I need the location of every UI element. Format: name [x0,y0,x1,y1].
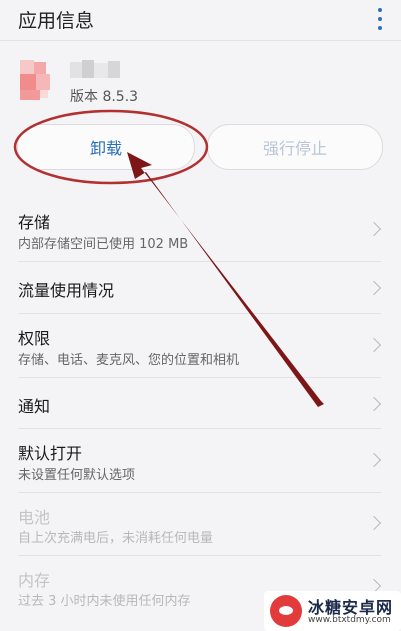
row-storage-subtitle: 内部存储空间已使用 102 MB [18,237,189,252]
row-notifications[interactable]: 通知 [18,377,382,429]
page-title: 应用信息 [18,10,95,32]
app-name-blurred [70,60,120,78]
force-stop-button[interactable]: 强行停止 [207,124,383,170]
chevron-right-icon [366,396,382,412]
row-storage-title: 存储 [18,213,51,232]
chevron-right-icon [366,280,382,296]
chevron-right-icon [366,337,382,353]
row-battery[interactable]: 电池 自上次充满电后，未消耗任何电量 [18,492,382,556]
row-notifications-title: 通知 [18,397,51,416]
row-open-by-default-subtitle: 未设置任何默认选项 [18,468,136,483]
row-data-usage-title: 流量使用情况 [18,281,115,300]
chevron-right-icon [366,515,382,531]
top-bar: 应用信息 [0,0,401,41]
row-battery-title: 电池 [18,508,51,527]
watermark-logo-icon [270,595,302,627]
row-permissions[interactable]: 权限 存储、电话、麦克风、您的位置和相机 [18,313,382,378]
row-open-by-default-title: 默认打开 [18,444,83,463]
app-version: 版本 8.5.3 [70,89,139,105]
watermark-url: www.btxtdmy.com [308,615,391,625]
row-data-usage[interactable]: 流量使用情况 [18,261,382,314]
watermark: 冰糖安卓网 www.btxtdmy.com [264,591,401,631]
row-open-by-default[interactable]: 默认打开 未设置任何默认选项 [18,428,382,493]
row-memory-title: 内存 [18,571,51,590]
chevron-right-icon [366,221,382,237]
row-permissions-title: 权限 [18,329,51,348]
row-permissions-subtitle: 存储、电话、麦克风、您的位置和相机 [18,353,240,368]
row-memory-subtitle: 过去 3 小时内未使用任何内存 [18,594,191,609]
more-vertical-icon[interactable] [377,8,383,30]
chevron-right-icon [366,452,382,468]
uninstall-button[interactable]: 卸载 [17,124,195,170]
app-icon [20,60,50,100]
row-storage[interactable]: 存储 内部存储空间已使用 102 MB [18,195,382,262]
row-battery-subtitle: 自上次充满电后，未消耗任何电量 [18,531,214,546]
